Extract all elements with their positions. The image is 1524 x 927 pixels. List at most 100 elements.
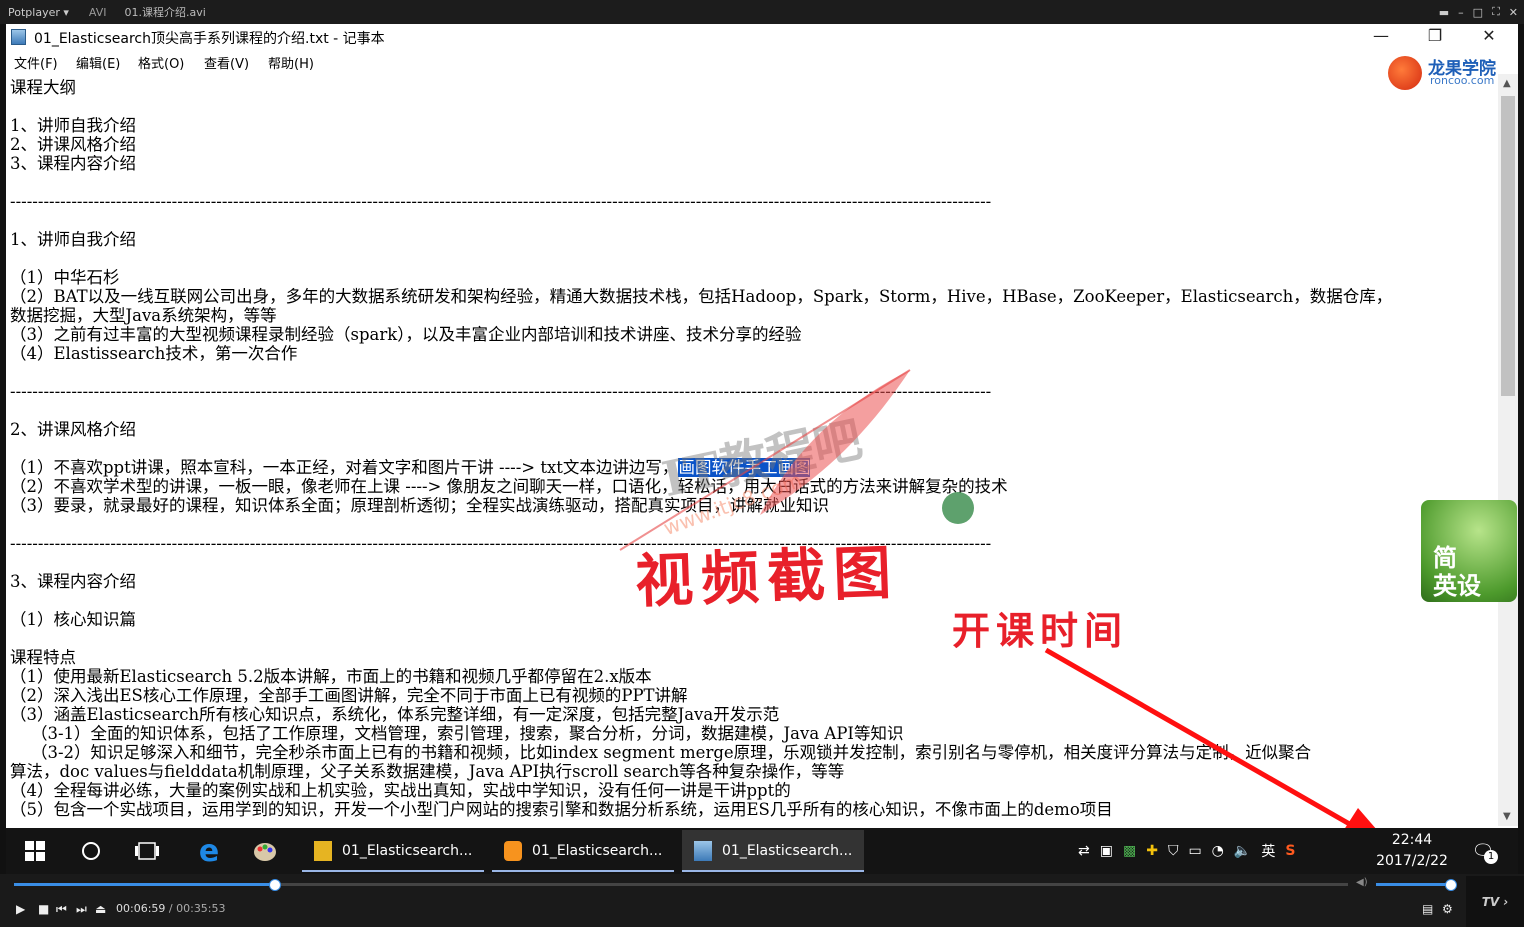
system-tray: ⇄ ▣ ▩ ✚ ⛉ ▭ ◔ 🔈 英 S <box>1078 828 1295 874</box>
time-separator: / <box>165 902 177 915</box>
clock-time: 22:44 <box>1391 832 1433 848</box>
pin-icon[interactable]: ▬ <box>1439 6 1449 19</box>
menu-help[interactable]: 帮助(H) <box>268 53 314 72</box>
volume-handle[interactable] <box>1445 879 1457 891</box>
volume-bar[interactable] <box>1376 879 1457 891</box>
close-button[interactable]: ✕ <box>1464 24 1514 50</box>
time-current: 00:06:59 <box>116 902 166 915</box>
minimize-button[interactable]: — <box>1356 24 1406 50</box>
volume-level <box>1376 883 1450 886</box>
player-seek-area: ◀) <box>0 874 1524 894</box>
start-windows-icon[interactable] <box>20 828 50 874</box>
task-label: 01_Elasticsearch... <box>722 843 853 859</box>
eject-icon[interactable]: ⏏ <box>95 902 106 916</box>
text-line: （2）BAT以及一线互联网公司出身，多年的大数据系统研发和架构经验，精通大数据技… <box>10 287 1393 306</box>
ime-floating-widget[interactable]: 简 英设 <box>1421 500 1517 602</box>
tray-security-icon[interactable]: ✚ <box>1146 843 1158 859</box>
text-line: （4）全程每讲必练，大量的案例实战和上机实验，实战出真知，实战中学知识，没有任何… <box>10 781 791 800</box>
player-title-bar: Potplayer ▾ AVI 01.课程介绍.avi ▬ – □ ⛶ ✕ <box>0 0 1524 24</box>
text-line: 3、课程内容介绍 <box>10 572 136 591</box>
restore-icon[interactable]: □ <box>1473 6 1483 19</box>
tray-shield-icon[interactable]: ⛉ <box>1168 843 1179 859</box>
seek-handle[interactable] <box>269 879 282 891</box>
notification-count: 1 <box>1484 850 1498 864</box>
roncoo-logo: 龙果学院 roncoo.com <box>1388 52 1508 92</box>
clock-date: 2017/2/22 <box>1376 853 1448 869</box>
close-icon[interactable]: ✕ <box>1509 6 1518 19</box>
stop-icon[interactable]: ■ <box>38 902 49 916</box>
text-line: 3、课程内容介绍 <box>10 154 136 173</box>
text-line: ----------------------------------------… <box>10 192 992 211</box>
text-line: （1）中华石杉 <box>10 268 120 287</box>
tv-button[interactable]: TV › <box>1466 876 1524 927</box>
task-label: 01_Elasticsearch... <box>342 843 473 859</box>
taskbar-task-potplayer[interactable]: 01_Elasticsearch... <box>492 830 674 872</box>
task-label: 01_Elasticsearch... <box>532 843 663 859</box>
ime-mode-english-settings: 英设 <box>1433 572 1481 600</box>
text-line: 2、讲课风格介绍 <box>10 135 136 154</box>
scroll-down-icon[interactable]: ▼ <box>1503 811 1511 822</box>
notepad-menu-bar: 文件(F) 编辑(E) 格式(O) 查看(V) 帮助(H) <box>6 50 1518 72</box>
menu-view[interactable]: 查看(V) <box>204 53 249 72</box>
seek-bar[interactable] <box>14 879 1348 891</box>
video-screenshot-watermark: 视频截图 <box>634 538 901 616</box>
text-line: （4）Elastissearch技术，第一次合作 <box>10 344 298 363</box>
player-control-bar: ▶ ■ ⏮ ⏭ ⏏ 00:06:59 / 00:35:53 ▤ ⚙ <box>0 894 1524 927</box>
text-line: （2）深入浅出ES核心工作原理，全部手工画图讲解，完全不同于市面上已有视频的PP… <box>10 686 688 705</box>
tray-sogou-icon[interactable]: S <box>1285 843 1295 859</box>
time-total: 00:35:53 <box>176 902 226 915</box>
notepad-icon <box>11 29 26 45</box>
player-menu-button[interactable]: Potplayer ▾ <box>0 6 77 19</box>
text-line: （1）使用最新Elasticsearch 5.2版本讲解，市面上的书籍和视频几乎… <box>10 667 652 686</box>
maximize-button[interactable]: ❐ <box>1410 24 1460 50</box>
text-line: （3）涵盖Elasticsearch所有核心知识点，系统化，体系完整详细，有一定… <box>10 705 780 724</box>
text-line: 1、讲师自我介绍 <box>10 116 136 135</box>
tray-wifi-icon[interactable]: ◔ <box>1212 843 1224 859</box>
tray-app-icon[interactable]: ▩ <box>1123 843 1136 859</box>
previous-icon[interactable]: ⏮ <box>56 902 67 917</box>
playlist-icon[interactable]: ▤ <box>1422 902 1433 916</box>
text-line: 算法，doc values与fielddata机制原理，父子关系数据建模，Jav… <box>10 762 845 781</box>
notepad-icon <box>694 841 712 861</box>
cortana-search-icon[interactable] <box>76 828 106 874</box>
tray-ime-indicator[interactable]: 英 <box>1261 841 1275 861</box>
settings-gear-icon[interactable]: ⚙ <box>1442 902 1453 916</box>
text-line: 数据挖掘，大型Java系统架构，等等 <box>10 306 277 325</box>
notepad-title: 01_Elasticsearch顶尖高手系列课程的介绍.txt - 记事本 <box>34 31 385 47</box>
windows-taskbar: e 01_Elasticsearch... 01_Elasticsearch..… <box>6 828 1518 874</box>
text-line: （5）包含一个实战项目，运用学到的知识，开发一个小型门户网站的搜索引擎和数据分析… <box>10 800 1113 819</box>
tray-battery-icon[interactable]: ▭ <box>1188 843 1201 859</box>
menu-format[interactable]: 格式(O) <box>138 53 184 72</box>
player-window-controls: ▬ – □ ⛶ ✕ <box>1439 0 1518 24</box>
edge-browser-icon[interactable]: e <box>192 828 226 874</box>
text-line: （3-1）全面的知识体系，包括了工作原理，文档管理，索引管理，搜索，聚合分析，分… <box>10 724 904 743</box>
scrollbar-thumb[interactable] <box>1501 96 1515 396</box>
taskbar-task-notepad[interactable]: 01_Elasticsearch... <box>682 830 864 872</box>
tray-display-icon[interactable]: ▣ <box>1100 843 1113 859</box>
tray-volume-icon[interactable]: 🔈 <box>1234 843 1251 859</box>
potplayer-icon <box>504 841 522 861</box>
volume-speaker-icon[interactable]: ◀) <box>1356 877 1368 888</box>
paint-app-icon[interactable] <box>248 828 282 874</box>
next-icon[interactable]: ⏭ <box>76 902 87 917</box>
folder-icon <box>314 841 332 861</box>
menu-edit[interactable]: 编辑(E) <box>76 53 120 72</box>
fullscreen-icon[interactable]: ⛶ <box>1492 5 1500 19</box>
annotation-arrow-icon <box>1044 647 1390 845</box>
taskbar-clock[interactable]: 22:44 2017/2/22 <box>1370 830 1454 872</box>
menu-file[interactable]: 文件(F) <box>14 53 58 72</box>
task-view-icon[interactable] <box>132 828 162 874</box>
play-icon[interactable]: ▶ <box>16 902 25 916</box>
tray-network-devices-icon[interactable]: ⇄ <box>1078 843 1090 859</box>
minimize-icon[interactable]: – <box>1458 6 1464 19</box>
time-display: 00:06:59 / 00:35:53 <box>116 902 226 915</box>
action-center-icon[interactable]: 🗨 1 <box>1466 828 1500 874</box>
text-line: 课程特点 <box>10 648 76 667</box>
logo-url: roncoo.com <box>1430 74 1495 87</box>
text-line: 2、讲课风格介绍 <box>10 420 136 439</box>
mouse-cursor-highlight <box>942 492 974 524</box>
player-format-label: AVI <box>88 5 107 19</box>
vertical-scrollbar[interactable]: ▲ ▼ <box>1498 74 1518 826</box>
text-line: （1）核心知识篇 <box>10 610 136 629</box>
taskbar-task-explorer[interactable]: 01_Elasticsearch... <box>302 830 484 872</box>
